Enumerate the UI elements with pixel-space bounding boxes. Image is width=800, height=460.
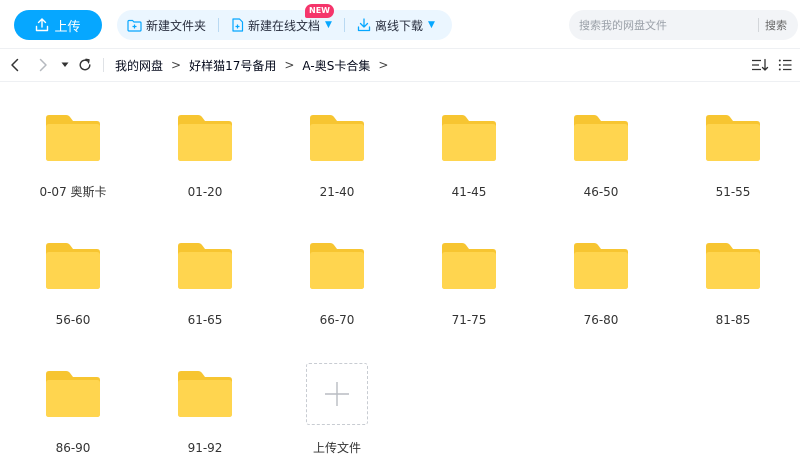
history-dropdown[interactable]	[58, 49, 72, 81]
upload-file-tile[interactable]: 上传文件	[271, 352, 403, 460]
breadcrumb-item[interactable]: 我的网盘	[115, 57, 163, 74]
folder-icon	[574, 243, 628, 289]
upload-icon	[36, 18, 49, 32]
file-grid: 0-07 奥斯卡 01-20 21-40 41-45 46-50 51-55 5…	[7, 96, 799, 460]
folder-label: 91-92	[187, 441, 223, 455]
breadcrumb-separator: >	[171, 58, 182, 72]
folder-item[interactable]: 0-07 奥斯卡	[7, 96, 139, 224]
folder-item[interactable]: 71-75	[403, 224, 535, 352]
folder-label: 01-20	[187, 185, 223, 199]
folder-item[interactable]: 01-20	[139, 96, 271, 224]
folder-icon	[46, 243, 100, 289]
list-view-icon	[778, 59, 792, 71]
list-view-button[interactable]	[778, 49, 792, 81]
folder-label: 66-70	[319, 313, 355, 327]
breadcrumb-item[interactable]: 好样猫17号备用	[189, 57, 276, 74]
upload-file-label: 上传文件	[312, 441, 361, 455]
refresh-button[interactable]	[76, 49, 94, 81]
actions-bar: 新建文件夹 新建在线文档 ▼ 离线下载 ▼	[117, 10, 452, 40]
toolbar: 上传 新建文件夹 新建在线文档 ▼ 离线下载 ▼ NEW 搜索我的网盘文件 搜索	[0, 0, 800, 48]
new-doc-icon	[232, 18, 244, 32]
search-input[interactable]	[579, 18, 754, 32]
sort-button[interactable]	[751, 49, 769, 81]
folder-icon	[574, 115, 628, 161]
folder-item[interactable]: 56-60	[7, 224, 139, 352]
folder-item[interactable]: 81-85	[667, 224, 799, 352]
back-button[interactable]	[5, 49, 25, 81]
folder-icon	[178, 243, 232, 289]
folder-item[interactable]: 86-90	[7, 352, 139, 460]
new-folder-label: 新建文件夹	[146, 18, 207, 33]
folder-label: 21-40	[319, 185, 355, 199]
search-divider	[758, 18, 759, 32]
toolbar-divider	[343, 18, 345, 32]
chevron-right-icon	[39, 58, 47, 72]
search-box: 搜索	[569, 10, 798, 40]
new-folder-icon	[127, 19, 142, 32]
offline-download-label: 离线下载	[374, 18, 423, 33]
folder-item[interactable]: 76-80	[535, 224, 667, 352]
plus-icon	[325, 382, 349, 406]
folder-icon	[706, 243, 760, 289]
breadcrumb-separator: >	[378, 58, 389, 72]
folder-item[interactable]: 41-45	[403, 96, 535, 224]
navigation-bar: 我的网盘 > 好样猫17号备用 > A-奥S卡合集 >	[0, 48, 800, 82]
breadcrumb-item[interactable]: A-奥S卡合集	[302, 57, 370, 74]
new-folder-button[interactable]: 新建文件夹	[127, 17, 206, 34]
folder-icon	[310, 115, 364, 161]
new-badge: NEW	[305, 4, 334, 18]
folder-label: 76-80	[583, 313, 619, 327]
folder-label: 0-07 奥斯卡	[39, 185, 107, 199]
upload-button-label: 上传	[54, 19, 81, 35]
upload-dropzone[interactable]	[306, 363, 368, 425]
folder-icon	[178, 115, 232, 161]
caret-down-icon: ▼	[325, 20, 332, 30]
folder-label: 71-75	[451, 313, 487, 327]
folder-item[interactable]: 21-40	[271, 96, 403, 224]
folder-icon	[46, 371, 100, 417]
folder-icon	[178, 371, 232, 417]
offline-download-button[interactable]: 离线下载 ▼	[357, 17, 435, 34]
breadcrumb: 我的网盘 > 好样猫17号备用 > A-奥S卡合集 >	[115, 49, 396, 81]
folder-item[interactable]: 61-65	[139, 224, 271, 352]
folder-item[interactable]: 66-70	[271, 224, 403, 352]
folder-label: 86-90	[55, 441, 91, 455]
refresh-icon	[79, 58, 91, 71]
folder-icon	[706, 115, 760, 161]
folder-label: 61-65	[187, 313, 223, 327]
new-online-doc-label: 新建在线文档	[248, 18, 321, 33]
caret-down-icon: ▼	[427, 20, 435, 30]
folder-label: 81-85	[715, 313, 751, 327]
folder-icon	[442, 115, 496, 161]
chevron-left-icon	[11, 58, 19, 72]
caret-down-icon	[61, 62, 69, 67]
toolbar-divider	[218, 18, 220, 32]
new-online-doc-button[interactable]: 新建在线文档 ▼	[231, 17, 332, 34]
folder-icon	[310, 243, 364, 289]
sort-icon	[752, 58, 769, 71]
folder-label: 41-45	[451, 185, 487, 199]
breadcrumb-separator: >	[284, 58, 295, 72]
folder-item[interactable]: 91-92	[139, 352, 271, 460]
forward-button[interactable]	[33, 49, 53, 81]
folder-label: 46-50	[583, 185, 619, 199]
folder-icon	[442, 243, 496, 289]
upload-button[interactable]: 上传	[14, 10, 102, 40]
folder-icon	[46, 115, 100, 161]
search-button[interactable]: 搜索	[765, 17, 787, 33]
folder-item[interactable]: 51-55	[667, 96, 799, 224]
folder-item[interactable]: 46-50	[535, 96, 667, 224]
nav-divider	[103, 58, 104, 72]
download-icon	[357, 18, 371, 32]
folder-label: 56-60	[55, 313, 91, 327]
folder-label: 51-55	[715, 185, 751, 199]
